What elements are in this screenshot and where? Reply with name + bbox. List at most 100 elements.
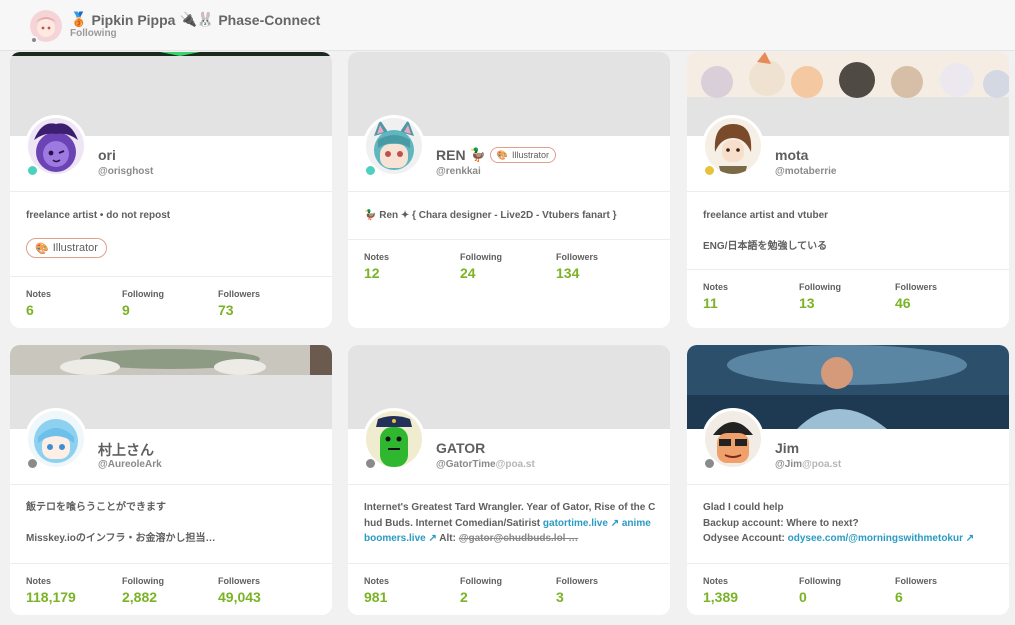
display-name[interactable]: GATOR	[436, 440, 485, 456]
name-row: GATOR	[436, 440, 485, 456]
stat-value: 49,043	[218, 589, 261, 605]
stat-value: 118,179	[26, 589, 76, 605]
stat-label: Notes	[26, 289, 52, 299]
plug-bunny-icon: 🔌🐰	[179, 11, 215, 27]
stat-value: 12	[364, 265, 380, 281]
user-card[interactable]: mota @motaberrie freelance artist and vt…	[687, 52, 1009, 328]
stat-following[interactable]: Following 2	[460, 576, 550, 605]
stat-notes[interactable]: Notes 11	[703, 282, 793, 311]
divider	[10, 563, 332, 564]
role-badge[interactable]: 🎨 Illustrator	[26, 238, 107, 258]
display-name[interactable]: REN	[436, 147, 466, 163]
username[interactable]: @Jim@poa.st	[775, 459, 841, 470]
stat-value: 134	[556, 265, 580, 281]
username[interactable]: @AureoleArk	[98, 459, 162, 470]
stat-label: Followers	[218, 576, 261, 586]
stat-notes[interactable]: Notes 981	[364, 576, 454, 605]
stat-notes[interactable]: Notes 6	[26, 289, 116, 318]
handle-text: @Jim	[775, 459, 802, 470]
bio-line: freelance artist and vtuber	[703, 210, 829, 221]
medal-icon: 🥉	[70, 11, 88, 27]
stat-label: Followers	[556, 252, 599, 262]
stat-value: 11	[703, 295, 718, 311]
stat-notes[interactable]: Notes 1,389	[703, 576, 793, 605]
stat-following[interactable]: Following 9	[122, 289, 212, 318]
divider	[348, 563, 670, 564]
display-name[interactable]: ori	[98, 147, 116, 163]
offline-status-dot	[703, 457, 716, 470]
status-dot	[30, 36, 38, 44]
stat-followers[interactable]: Followers 3	[556, 576, 646, 605]
bio-line: freelance artist • do not repost	[26, 210, 171, 221]
palette-icon: 🎨	[35, 242, 49, 255]
handle-host: @poa.st	[495, 459, 535, 470]
user-card[interactable]: Jim @Jim@poa.st Glad I could help Backup…	[687, 345, 1009, 615]
role-badge[interactable]: 🎨 Illustrator	[489, 147, 556, 163]
external-link-icon: ↗	[607, 517, 622, 529]
username[interactable]: @motaberrie	[775, 166, 836, 177]
stat-following[interactable]: Following 0	[799, 576, 889, 605]
divider	[10, 191, 332, 192]
stats: Notes 118,179 Following 2,882 Followers 49,…	[26, 576, 326, 608]
stat-followers[interactable]: Followers 46	[895, 282, 985, 311]
stat-value: 2,882	[122, 589, 158, 605]
stat-followers[interactable]: Followers 134	[556, 252, 646, 281]
user-card[interactable]: 村上さん @AureoleArk 飯テロを喰らうことができます Misskey.…	[10, 345, 332, 615]
stat-label: Notes	[364, 576, 390, 586]
stat-notes[interactable]: Notes 118,179	[26, 576, 116, 605]
stat-label: Following	[799, 282, 841, 292]
stat-followers[interactable]: Followers 73	[218, 289, 308, 318]
bio-link[interactable]: gatortime.live	[543, 518, 608, 529]
bio: freelance artist • do not repost	[26, 208, 318, 224]
name-row: mota	[775, 147, 808, 163]
external-link-icon: ↗	[425, 533, 440, 544]
stat-value: 981	[364, 589, 388, 605]
user-card[interactable]: GATOR @GatorTime@poa.st Internet's Great…	[348, 345, 670, 615]
handle-text: @AureoleArk	[98, 459, 162, 470]
stat-value: 13	[799, 295, 815, 311]
page-subtitle: Following	[70, 28, 117, 39]
handle-text: @orisghost	[98, 166, 154, 177]
bio-line: Backup account: Where to next?	[703, 517, 859, 529]
display-name[interactable]: 村上さん	[98, 440, 154, 460]
bio-line: 🦆 Ren ✦ { Chara designer - Live2D - Vtub…	[364, 210, 617, 221]
display-name[interactable]: Jim	[775, 440, 799, 456]
stat-following[interactable]: Following 24	[460, 252, 550, 281]
username[interactable]: @orisghost	[98, 166, 153, 177]
divider	[348, 239, 670, 240]
stats: Notes 1,389 Following 0 Followers 6	[703, 576, 1003, 608]
stat-label: Following	[460, 252, 502, 262]
stat-following[interactable]: Following 13	[799, 282, 889, 311]
stats: Notes 981 Following 2 Followers 3	[364, 576, 664, 608]
page-title: 🥉 Pipkin Pippa 🔌🐰 Phase-Connect	[70, 11, 320, 28]
idle-status-dot	[703, 164, 716, 177]
stat-followers[interactable]: Followers 49,043	[218, 576, 308, 605]
offline-status-dot	[364, 457, 377, 470]
stat-notes[interactable]: Notes 12	[364, 252, 454, 281]
username[interactable]: @GatorTime@poa.st	[436, 459, 535, 470]
divider	[348, 484, 670, 485]
bio-alt-label: Alt:	[439, 533, 456, 544]
offline-status-dot	[26, 457, 39, 470]
stat-label: Following	[460, 576, 502, 586]
stats: Notes 12 Following 24 Followers 134	[364, 252, 664, 284]
display-name[interactable]: mota	[775, 147, 808, 163]
stat-label: Followers	[895, 576, 938, 586]
username[interactable]: @renkkai	[436, 166, 481, 177]
bio-link[interactable]: odysee.com/@morningswithmetokur	[788, 533, 963, 544]
bio-label: Odysee Account:	[703, 533, 785, 544]
bio: Glad I could help Backup account: Where …	[703, 500, 995, 547]
stat-following[interactable]: Following 2,882	[122, 576, 212, 605]
stat-value: 6	[26, 302, 34, 318]
online-status-dot	[26, 164, 39, 177]
title-org: Phase-Connect	[218, 11, 321, 28]
bio-line: 飯テロを喰らうことができます	[26, 502, 166, 513]
stat-label: Notes	[26, 576, 52, 586]
name-row: 村上さん	[98, 440, 154, 460]
bio-alt-handle: @gator@chudbuds.lol …	[458, 533, 579, 544]
user-card[interactable]: REN 🦆 🎨 Illustrator @renkkai 🦆 Ren ✦ { Ch…	[348, 52, 670, 328]
user-card[interactable]: ori @orisghost freelance artist • do not…	[10, 52, 332, 328]
divider	[687, 484, 1009, 485]
stat-label: Followers	[895, 282, 938, 292]
stat-followers[interactable]: Followers 6	[895, 576, 985, 605]
